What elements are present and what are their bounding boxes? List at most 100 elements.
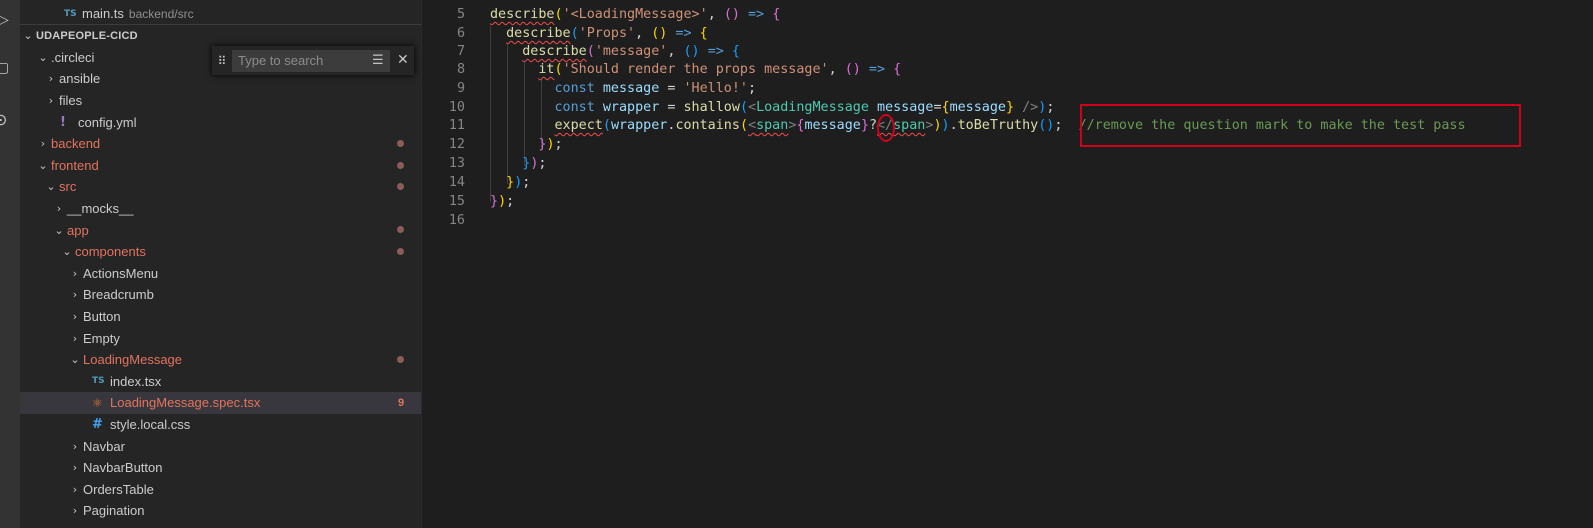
tree-item-label: Breadcrumb [83, 287, 154, 303]
line-number: 5 [456, 7, 465, 22]
folder-item[interactable]: › Breadcrumb [20, 284, 421, 306]
explorer-sidebar: TS main.ts backend/src ⌄ UDAPEOPLE-CICD … [20, 0, 422, 528]
chevron-right-icon: › [72, 482, 78, 496]
tree-item-label: NavbarButton [83, 460, 163, 476]
file-item[interactable]: ⚛ LoadingMessage.spec.tsx 9 [20, 392, 421, 414]
tree-item-label: ActionsMenu [83, 265, 159, 281]
folder-item[interactable]: ⌄ app [20, 219, 421, 241]
modified-dot [397, 183, 404, 191]
code-line: }); [538, 137, 563, 152]
tree-item-label: backend [51, 136, 101, 152]
folder-item[interactable]: › Pagination [20, 500, 421, 522]
tree-item-label: config.yml [78, 114, 137, 130]
code-line: }); [490, 194, 515, 209]
tree-item-label: index.tsx [110, 373, 162, 389]
search-input[interactable] [232, 49, 390, 72]
folder-item[interactable]: ⌄ src [20, 176, 421, 198]
folder-item[interactable]: › files [20, 90, 421, 112]
line-number: 15 [448, 194, 465, 209]
chevron-down-icon: ⌄ [38, 158, 48, 172]
chevron-right-icon: › [72, 331, 78, 345]
yaml-file-icon: ! [60, 114, 66, 130]
folder-item[interactable]: › __mocks__ [20, 198, 421, 220]
folder-item[interactable]: › ActionsMenu [20, 263, 421, 285]
chevron-right-icon: › [72, 266, 78, 280]
folder-item[interactable]: ⌄ LoadingMessage [20, 349, 421, 371]
folder-item[interactable]: ⌄ components [20, 241, 421, 263]
tree-item-label: OrdersTable [83, 481, 154, 497]
tree-item-label: Navbar [83, 438, 125, 454]
file-item[interactable]: ! config.yml [20, 111, 421, 133]
line-number: 6 [456, 26, 465, 41]
tree-item-label: LoadingMessage.spec.tsx [110, 395, 261, 411]
chevron-down-icon: ⌄ [23, 29, 33, 43]
chevron-right-icon: › [72, 288, 78, 302]
folder-item[interactable]: › OrdersTable [20, 479, 421, 501]
chevron-down-icon: ⌄ [62, 245, 72, 259]
code-line: describe('<LoadingMessage>', () => { [490, 7, 781, 22]
close-icon[interactable]: ✕ [397, 52, 409, 68]
problem-count-badge: 9 [398, 396, 405, 409]
filter-icon[interactable]: ☰ [372, 53, 384, 68]
modified-dot [397, 355, 404, 363]
file-item[interactable]: # style.local.css [20, 414, 421, 436]
chevron-right-icon: › [48, 72, 54, 86]
modified-dot [397, 247, 404, 255]
tree-item-label: Button [83, 308, 121, 324]
react-test-file-icon: ⚛ [92, 395, 103, 410]
tree-item-label: LoadingMessage [83, 352, 183, 368]
tree-item-label: __mocks__ [67, 200, 134, 216]
folder-item[interactable]: › NavbarButton [20, 457, 421, 479]
tree-item-label: style.local.css [110, 416, 191, 432]
run-debug-icon[interactable]: ▷ [0, 12, 9, 28]
line-number: 12 [448, 137, 465, 152]
chevron-right-icon: › [72, 309, 78, 323]
chevron-right-icon: › [72, 504, 78, 518]
code-line: const message = 'Hello!'; [554, 81, 757, 96]
modified-dot [397, 161, 404, 169]
tree-item-label: Empty [83, 330, 120, 346]
modified-dot [397, 226, 404, 234]
file-item[interactable]: TS index.tsx [20, 371, 421, 393]
drag-handle-icon[interactable]: ⠿ [212, 54, 232, 68]
extensions-icon[interactable]: ▢ [0, 60, 9, 76]
chevron-right-icon: › [40, 137, 46, 151]
typescript-file-icon: TS [64, 8, 77, 19]
chevron-right-icon: › [56, 201, 62, 215]
line-number: 13 [448, 156, 465, 171]
folder-item[interactable]: ⌄ frontend [20, 155, 421, 177]
tree-item-label: ansible [59, 71, 101, 87]
chevron-down-icon: ⌄ [38, 50, 48, 64]
tree-item-label: app [67, 222, 89, 238]
tree-item-label: Pagination [83, 503, 145, 519]
tree-item-label: files [59, 92, 83, 108]
code-editor[interactable]: 5 6 7 8 9 10 11 12 13 14 15 16 describe('<LoadingMe… [422, 0, 1593, 528]
code-line: const wrapper = shallow(<LoadingMessage … [554, 100, 1055, 115]
highlight-circle [877, 114, 895, 142]
remote-icon[interactable]: ⊙ [0, 110, 7, 129]
line-number: 11 [448, 118, 465, 133]
line-number: 7 [456, 44, 465, 59]
line-number: 8 [456, 62, 465, 77]
chevron-right-icon: › [72, 439, 78, 453]
folder-item[interactable]: › Button [20, 306, 421, 328]
tree-item-label: .circleci [51, 49, 95, 65]
open-editor-name: main.ts [82, 6, 124, 22]
folder-item[interactable]: › backend [20, 133, 421, 155]
highlight-box [1080, 104, 1521, 147]
open-editor-item[interactable]: TS main.ts backend/src [20, 3, 421, 25]
line-number: 14 [448, 175, 465, 190]
folder-item[interactable]: › Empty [20, 327, 421, 349]
chevron-down-icon: ⌄ [54, 223, 64, 237]
activity-bar: ▷ ▢ ⊙ [0, 0, 20, 528]
chevron-right-icon: › [48, 93, 54, 107]
workspace-title: UDAPEOPLE-CICD [36, 29, 138, 42]
code-line: }); [522, 156, 547, 171]
chevron-right-icon: › [72, 461, 78, 475]
chevron-down-icon: ⌄ [46, 180, 56, 194]
tree-item-label: frontend [51, 157, 99, 173]
line-number: 9 [456, 81, 465, 96]
find-widget: ⠿ ☰ ✕ [212, 46, 414, 75]
workspace-section-header[interactable]: ⌄ UDAPEOPLE-CICD [20, 25, 421, 47]
folder-item[interactable]: › Navbar [20, 435, 421, 457]
